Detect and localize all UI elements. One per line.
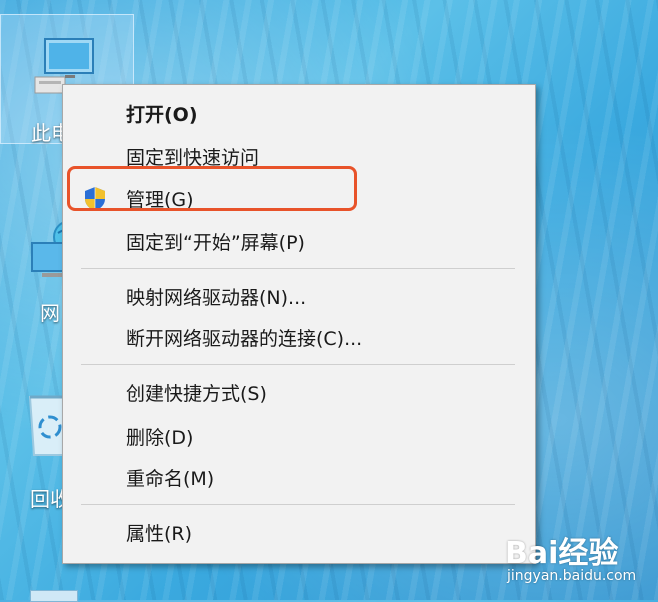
menu-item-properties[interactable]: 属性(R) bbox=[63, 512, 535, 552]
menu-item-disconnect-network-drive[interactable]: 断开网络驱动器的连接(C)... bbox=[63, 317, 535, 357]
desktop-icon-partial[interactable] bbox=[30, 590, 78, 602]
menu-separator bbox=[81, 504, 515, 505]
context-menu: 打开(O) 固定到快速访问 管理(G) 固定到“开始”屏幕(P) 映射网络驱动器… bbox=[62, 84, 536, 564]
menu-item-open[interactable]: 打开(O) bbox=[63, 93, 535, 133]
watermark-url: jingyan.baidu.com bbox=[507, 568, 637, 584]
menu-item-delete[interactable]: 删除(D) bbox=[63, 416, 535, 456]
annotation-highlight-box bbox=[67, 166, 357, 211]
menu-item-create-shortcut[interactable]: 创建快捷方式(S) bbox=[63, 372, 535, 412]
menu-separator bbox=[81, 364, 515, 365]
baidu-jingyan-watermark: Bai经验 jingyan.baidu.com bbox=[505, 528, 650, 588]
desktop-icon-label: 网 bbox=[40, 301, 60, 325]
menu-separator bbox=[81, 268, 515, 269]
menu-item-pin-start[interactable]: 固定到“开始”屏幕(P) bbox=[63, 221, 535, 261]
menu-item-rename[interactable]: 重命名(M) bbox=[63, 457, 535, 497]
watermark-logo: Bai经验 bbox=[505, 536, 619, 571]
menu-item-map-network-drive[interactable]: 映射网络驱动器(N)... bbox=[63, 276, 535, 316]
